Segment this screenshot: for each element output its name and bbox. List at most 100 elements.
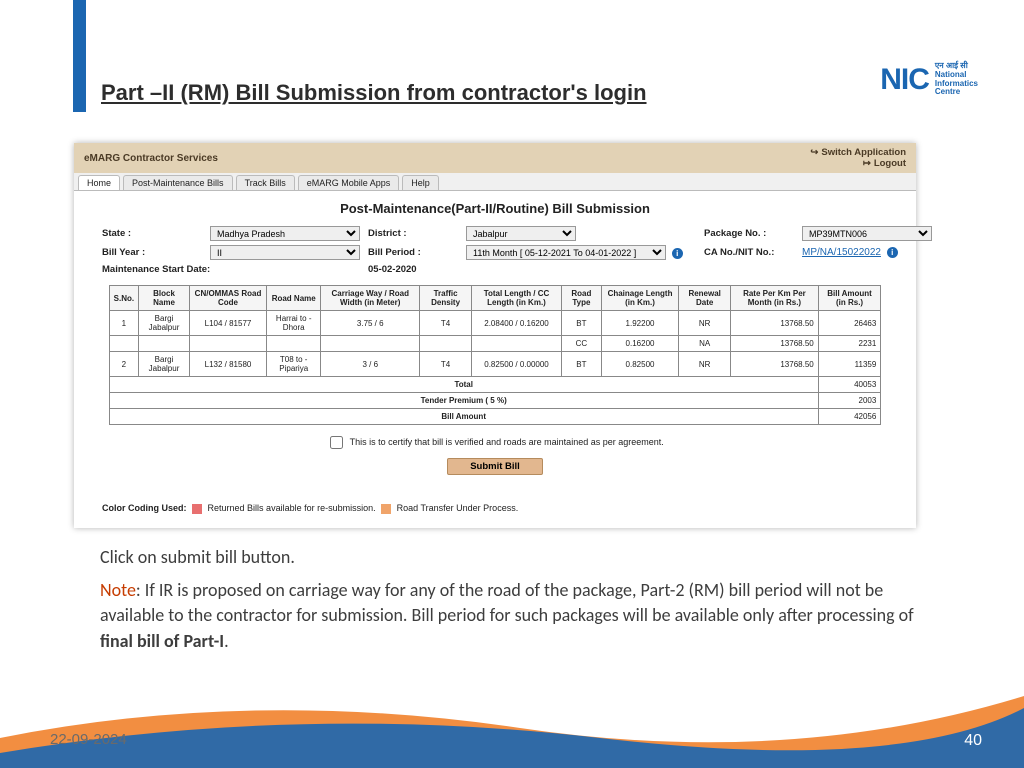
cell-td: T4 [420,352,472,377]
cell-cw: 3.75 / 6 [321,311,420,336]
total-value: 40053 [818,377,881,393]
premium-label: Tender Premium ( 5 %) [109,393,818,409]
tab-track-bills[interactable]: Track Bills [236,175,295,190]
cell-rd: NR [679,352,731,377]
cell-code [189,336,266,352]
cell-block: Bargi Jabalpur [139,352,190,377]
page-heading: Post-Maintenance(Part-II/Routine) Bill S… [84,201,906,216]
footer-page: 40 [964,732,982,750]
info-icon[interactable]: i [887,247,898,258]
package-label: Package No. : [704,228,794,239]
period-cell: 11th Month [ 05-12-2021 To 04-01-2022 ] … [466,245,696,260]
col-header: Block Name [139,286,190,311]
certify-text: This is to certify that bill is verified… [350,437,664,447]
nic-logo: NIC एन आई सी National Informatics Centre [880,62,978,97]
col-header: Carriage Way / Road Width (in Meter) [321,286,420,311]
cell-block: Bargi Jabalpur [139,311,190,336]
district-label: District : [368,228,458,239]
col-header: Renewal Date [679,286,731,311]
cell-sno: 2 [109,352,138,377]
cell-road: Harrai to - Dhora [267,311,321,336]
filter-form: State : Madhya Pradesh District : Jabalp… [102,226,888,275]
certify-checkbox[interactable] [330,436,343,449]
cell-cw: 3 / 6 [321,352,420,377]
footer-wave [0,678,1024,768]
cell-code: L104 / 81577 [189,311,266,336]
logout-icon: ↦ [863,158,871,169]
info-icon[interactable]: i [672,248,683,259]
col-header: Bill Amount (in Rs.) [818,286,881,311]
cell-road: T08 to - Pipariya [267,352,321,377]
narr-line2: Note: If IR is proposed on carriage way … [100,578,920,654]
cell-code: L132 / 81580 [189,352,266,377]
mstart-value: 05-02-2020 [368,264,458,275]
tab-home[interactable]: Home [78,175,120,190]
ca-label: CA No./NIT No.: [704,247,794,258]
logout-link[interactable]: ↦ Logout [863,158,906,169]
total-label: Total [109,377,818,393]
table-row: CC0.16200NA13768.502231 [109,336,881,352]
app-window: eMARG Contractor Services ↪ Switch Appli… [74,143,916,528]
footer-date: 22-09-2024 [50,731,127,748]
cell-tl: 2.08400 / 0.16200 [472,311,562,336]
app-brand: eMARG Contractor Services [84,153,218,164]
cell-rate: 13768.50 [731,352,819,377]
tab-help[interactable]: Help [402,175,439,190]
submit-bill-button[interactable]: Submit Bill [447,458,543,475]
period-label: Bill Period : [368,247,458,258]
cell-block [139,336,190,352]
cell-sno [109,336,138,352]
col-header: Total Length / CC Length (in Km.) [472,286,562,311]
cell-amt: 2231 [818,336,881,352]
tab-mobile-apps[interactable]: eMARG Mobile Apps [298,175,400,190]
narrative: Click on submit bill button. Note: If IR… [100,545,920,654]
cell-tl [472,336,562,352]
app-topbar: eMARG Contractor Services ↪ Switch Appli… [74,143,916,173]
ca-cell: MP/NA/15022022 i [802,247,932,258]
cell-td: T4 [420,311,472,336]
switch-icon: ↪ [810,147,818,158]
legend-swatch-1 [192,504,202,514]
ca-link[interactable]: MP/NA/15022022 [802,247,881,258]
cell-rd: NA [679,336,731,352]
logo-subtext: एन आई सी National Informatics Centre [935,62,978,97]
slide-accent-bar [73,0,86,112]
bill-table: S.No.Block NameCN/OMMAS Road CodeRoad Na… [109,285,882,425]
narr-line1: Click on submit bill button. [100,545,920,570]
app-content: Post-Maintenance(Part-II/Routine) Bill S… [74,191,916,528]
legend: Color Coding Used: Returned Bills availa… [102,503,888,514]
col-header: CN/OMMAS Road Code [189,286,266,311]
mstart-label: Maintenance Start Date: [102,264,360,275]
year-select[interactable]: II [210,245,360,260]
col-header: Road Type [561,286,601,311]
cell-rate: 13768.50 [731,311,819,336]
cell-sno: 1 [109,311,138,336]
bill-value: 42056 [818,409,881,425]
logo-text: NIC [880,63,929,97]
col-header: Chainage Length (in Km.) [601,286,678,311]
cell-cl: 1.92200 [601,311,678,336]
cell-tl: 0.82500 / 0.00000 [472,352,562,377]
cell-rt: BT [561,311,601,336]
cell-amt: 11359 [818,352,881,377]
slide-title-row: Part –II (RM) Bill Submission from contr… [101,80,647,106]
bill-label: Bill Amount [109,409,818,425]
table-row: 2Bargi JabalpurL132 / 81580T08 to - Pipa… [109,352,881,377]
year-label: Bill Year : [102,247,202,258]
switch-app-link[interactable]: ↪ Switch Application [810,147,906,158]
col-header: S.No. [109,286,138,311]
premium-value: 2003 [818,393,881,409]
state-label: State : [102,228,202,239]
district-select[interactable]: Jabalpur [466,226,576,241]
tab-post-maintenance[interactable]: Post-Maintenance Bills [123,175,233,190]
cell-rt: CC [561,336,601,352]
cell-td [420,336,472,352]
cell-cw [321,336,420,352]
certify-row: This is to certify that bill is verified… [84,433,906,452]
cell-cl: 0.82500 [601,352,678,377]
cell-cl: 0.16200 [601,336,678,352]
period-select[interactable]: 11th Month [ 05-12-2021 To 04-01-2022 ] [466,245,666,260]
state-select[interactable]: Madhya Pradesh [210,226,360,241]
cell-rate: 13768.50 [731,336,819,352]
package-select[interactable]: MP39MTN006 [802,226,932,241]
